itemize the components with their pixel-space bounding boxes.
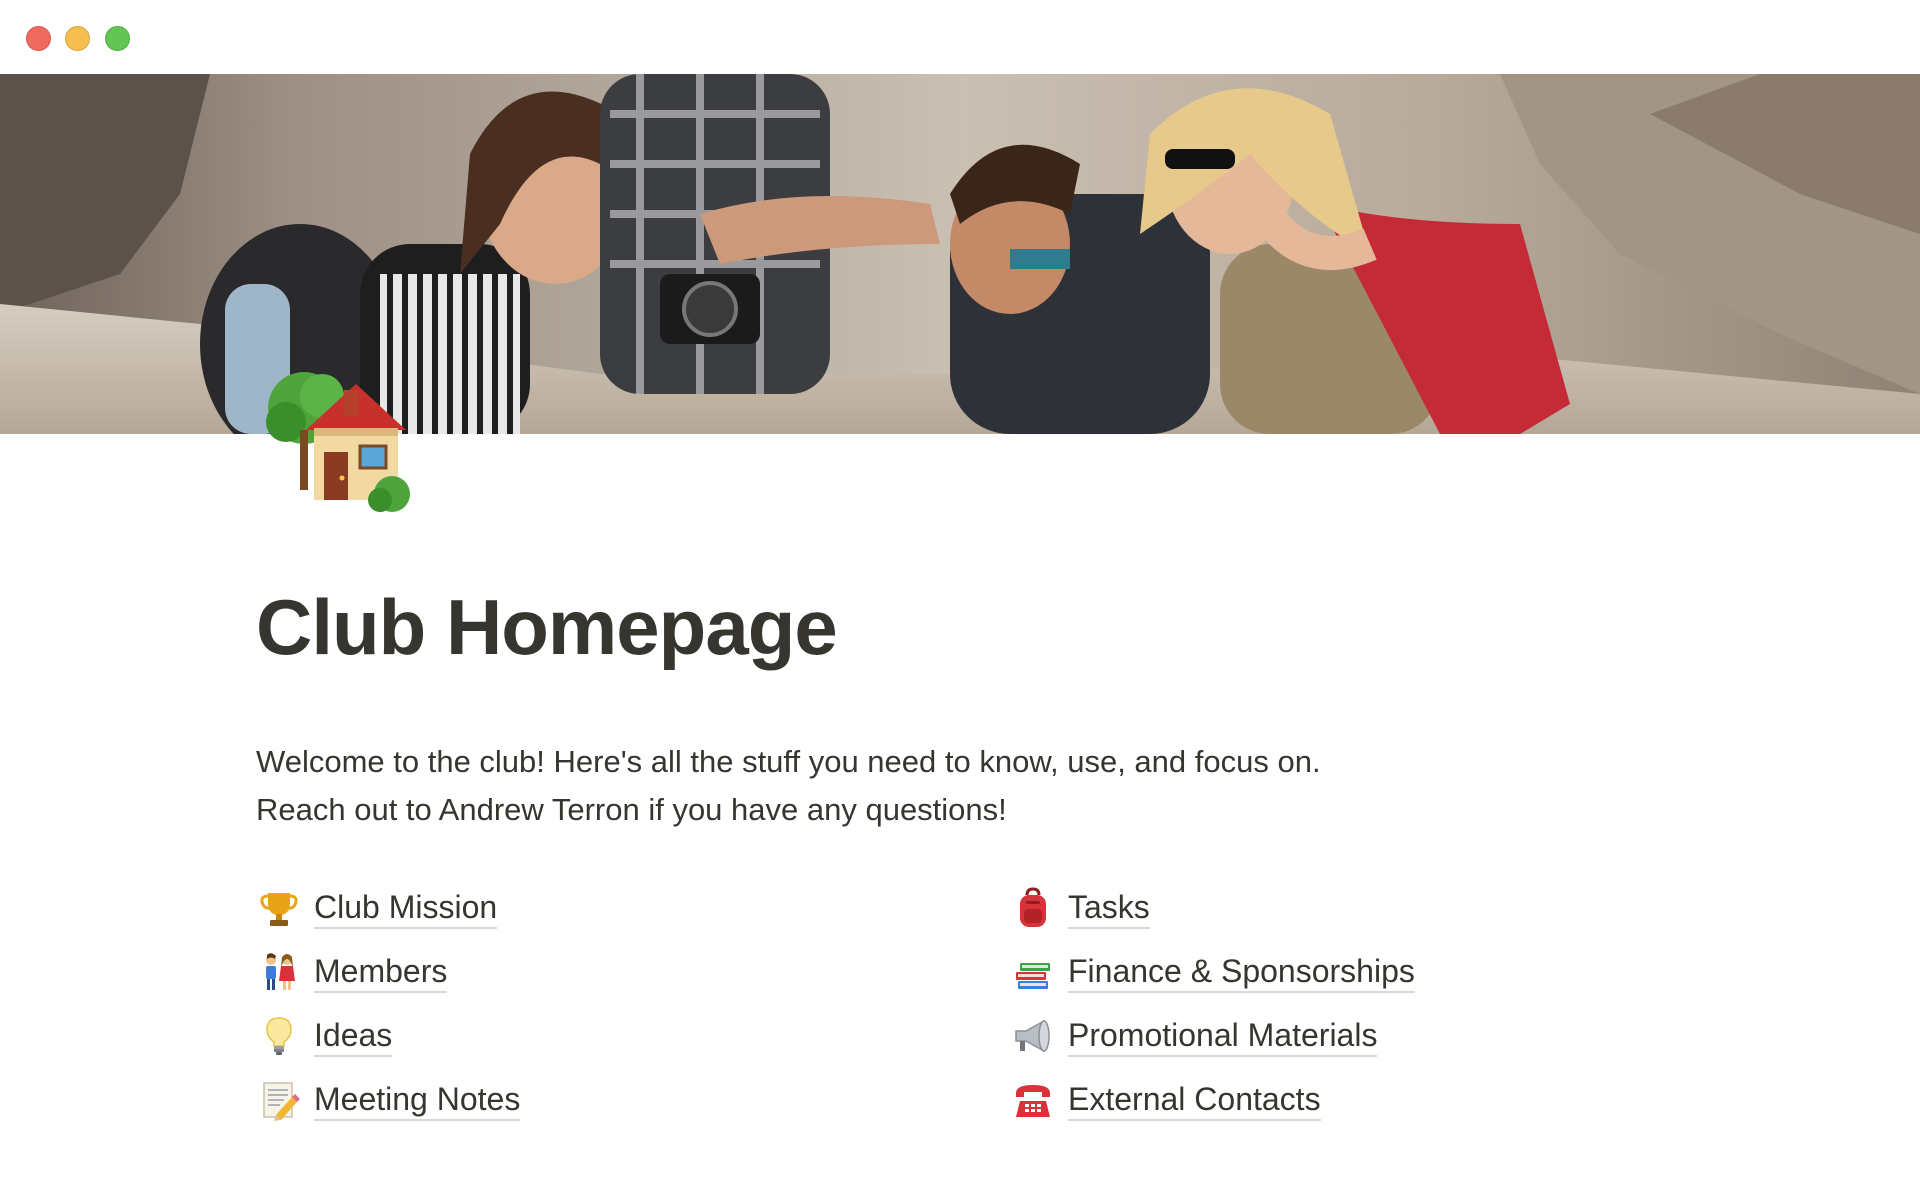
link-label: Ideas [314,1015,393,1057]
intro-line: Welcome to the club! Here's all the stuf… [256,744,1321,779]
link-label: Members [314,951,448,993]
link-label: External Contacts [1068,1079,1321,1121]
title-bar [0,0,1920,74]
close-window-button[interactable] [26,26,51,51]
link-label: Tasks [1068,887,1150,929]
page-links-right-column: Tasks Finance & Sponsorships Promotional… [1012,876,1415,1132]
maximize-window-button[interactable] [105,26,130,51]
house-with-garden-icon[interactable] [256,360,416,520]
trophy-icon [260,893,298,926]
backpack-icon [1020,887,1046,927]
memo-icon [263,1082,300,1121]
link-ideas[interactable]: Ideas [258,1004,520,1068]
telephone-icon [1016,1085,1050,1117]
minimize-window-button[interactable] [65,26,90,51]
people-icon [266,953,295,990]
page-links-left-column: Club Mission Members Ideas Meeting Notes [258,876,521,1132]
link-label: Meeting Notes [314,1079,521,1121]
link-label: Finance & Sponsorships [1068,951,1415,993]
link-finance-sponsorships[interactable]: Finance & Sponsorships [1012,940,1415,1004]
link-label: Promotional Materials [1068,1015,1378,1057]
link-external-contacts[interactable]: External Contacts [1012,1068,1415,1132]
link-label: Club Mission [314,887,498,929]
app-window: Club Homepage Welcome to the club! Here'… [0,0,1920,1200]
link-meeting-notes[interactable]: Meeting Notes [258,1068,521,1132]
lightbulb-icon [266,1017,292,1055]
link-tasks[interactable]: Tasks [1012,876,1415,940]
link-members[interactable]: Members [258,940,520,1004]
books-icon [1016,963,1050,989]
megaphone-icon [1015,1019,1050,1053]
link-promotional-materials[interactable]: Promotional Materials [1012,1004,1415,1068]
link-club-mission[interactable]: Club Mission [258,876,520,940]
intro-line: Reach out to Andrew Terron if you have a… [256,792,1007,827]
page-title[interactable]: Club Homepage [256,588,838,666]
intro-text[interactable]: Welcome to the club! Here's all the stuf… [256,738,1556,834]
